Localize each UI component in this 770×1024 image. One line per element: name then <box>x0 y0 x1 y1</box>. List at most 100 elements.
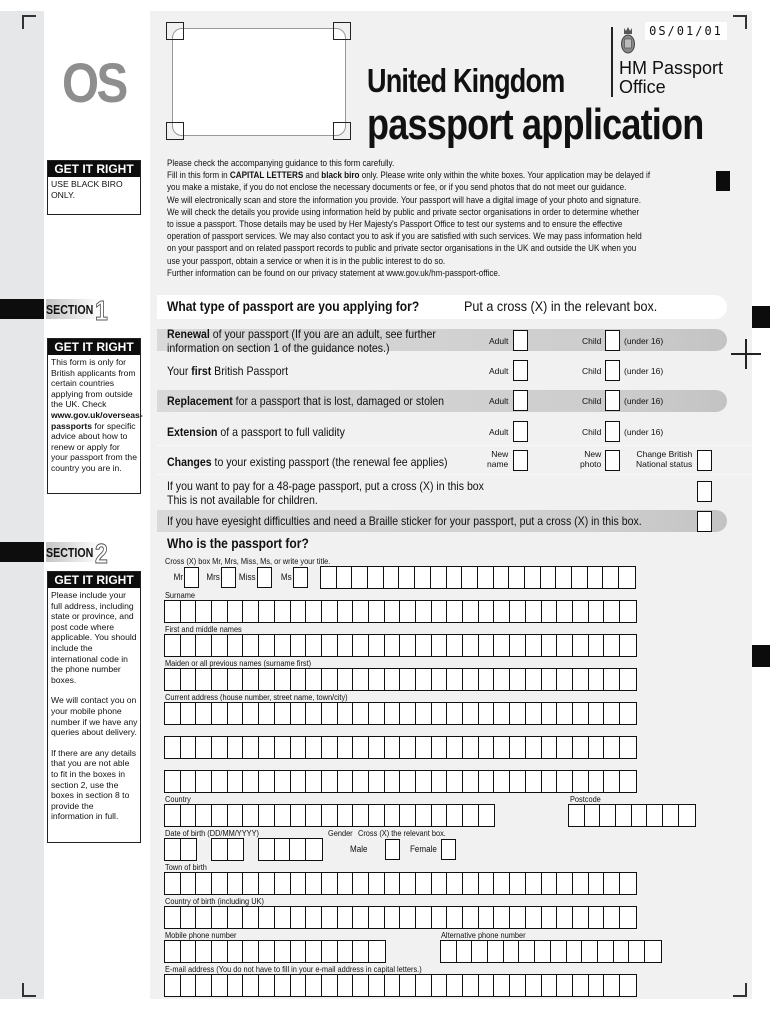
character-box[interactable] <box>385 907 401 928</box>
character-box[interactable] <box>353 635 369 656</box>
character-box[interactable] <box>306 975 322 996</box>
character-box[interactable] <box>447 771 464 792</box>
character-box[interactable] <box>573 737 589 758</box>
character-box[interactable] <box>526 737 542 758</box>
character-box[interactable] <box>589 873 605 894</box>
character-box[interactable] <box>228 907 244 928</box>
renewal-adult-checkbox[interactable] <box>513 330 528 351</box>
character-box[interactable] <box>479 873 495 894</box>
character-box[interactable] <box>632 805 648 826</box>
character-box[interactable] <box>290 839 307 860</box>
character-box[interactable] <box>228 771 244 792</box>
character-box[interactable] <box>400 737 416 758</box>
character-box[interactable] <box>322 703 338 724</box>
character-box[interactable] <box>447 703 464 724</box>
character-box[interactable] <box>616 805 632 826</box>
character-box[interactable] <box>243 975 260 996</box>
character-box[interactable] <box>400 873 416 894</box>
character-box[interactable] <box>598 941 614 962</box>
character-box[interactable] <box>416 737 432 758</box>
character-box[interactable] <box>447 601 464 622</box>
character-box[interactable] <box>306 839 322 860</box>
character-box[interactable] <box>228 839 244 860</box>
character-box[interactable] <box>259 805 275 826</box>
character-box[interactable] <box>479 805 495 826</box>
character-box[interactable] <box>526 601 542 622</box>
character-box[interactable] <box>494 703 511 724</box>
character-box[interactable] <box>600 805 617 826</box>
character-box[interactable] <box>322 771 338 792</box>
character-box[interactable] <box>585 805 601 826</box>
character-box[interactable] <box>212 941 228 962</box>
character-box[interactable] <box>647 805 664 826</box>
character-box[interactable] <box>165 805 181 826</box>
character-box[interactable] <box>322 975 338 996</box>
character-box[interactable] <box>604 635 620 656</box>
character-box[interactable] <box>478 567 494 588</box>
character-box[interactable] <box>165 669 181 690</box>
character-box[interactable] <box>525 567 541 588</box>
character-box[interactable] <box>306 941 322 962</box>
dob-month-grid[interactable] <box>211 838 245 861</box>
character-box[interactable] <box>416 805 432 826</box>
new-photo-checkbox[interactable] <box>605 450 620 471</box>
character-box[interactable] <box>275 669 291 690</box>
extension-adult-checkbox[interactable] <box>513 421 528 442</box>
braille-checkbox[interactable] <box>697 511 712 532</box>
character-box[interactable] <box>463 805 479 826</box>
character-box[interactable] <box>432 907 448 928</box>
character-box[interactable] <box>645 941 661 962</box>
character-box[interactable] <box>306 635 322 656</box>
character-box[interactable] <box>291 941 307 962</box>
character-box[interactable] <box>384 567 400 588</box>
character-box[interactable] <box>588 567 604 588</box>
character-box[interactable] <box>620 601 636 622</box>
country-input-grid[interactable] <box>164 804 496 827</box>
character-box[interactable] <box>557 737 573 758</box>
character-box[interactable] <box>488 941 504 962</box>
alt-phone-grid[interactable] <box>440 940 662 963</box>
character-box[interactable] <box>165 873 181 894</box>
character-box[interactable] <box>542 975 558 996</box>
character-box[interactable] <box>338 737 354 758</box>
postcode-input-grid[interactable] <box>568 804 696 827</box>
character-box[interactable] <box>353 941 369 962</box>
character-box[interactable] <box>589 975 605 996</box>
character-box[interactable] <box>510 737 526 758</box>
address-line-2-grid[interactable] <box>164 736 637 759</box>
character-box[interactable] <box>322 805 338 826</box>
character-box[interactable] <box>494 975 511 996</box>
replacement-adult-checkbox[interactable] <box>513 390 528 411</box>
character-box[interactable] <box>416 771 432 792</box>
character-box[interactable] <box>463 601 479 622</box>
character-box[interactable] <box>582 941 598 962</box>
extension-child-checkbox[interactable] <box>605 421 620 442</box>
character-box[interactable] <box>400 703 416 724</box>
character-box[interactable] <box>212 771 228 792</box>
character-box[interactable] <box>165 737 181 758</box>
character-box[interactable] <box>589 635 605 656</box>
character-box[interactable] <box>557 601 573 622</box>
character-box[interactable] <box>369 805 385 826</box>
character-box[interactable] <box>306 703 322 724</box>
character-box[interactable] <box>212 839 228 860</box>
character-box[interactable] <box>620 907 636 928</box>
character-box[interactable] <box>557 703 573 724</box>
character-box[interactable] <box>243 669 260 690</box>
mrs-checkbox[interactable] <box>221 567 236 588</box>
mr-checkbox[interactable] <box>184 567 199 588</box>
character-box[interactable] <box>620 737 636 758</box>
character-box[interactable] <box>614 941 630 962</box>
ms-checkbox[interactable] <box>293 567 308 588</box>
character-box[interactable] <box>212 635 228 656</box>
character-box[interactable] <box>291 601 307 622</box>
character-box[interactable] <box>629 941 645 962</box>
character-box[interactable] <box>494 771 511 792</box>
character-box[interactable] <box>306 737 322 758</box>
character-box[interactable] <box>542 771 558 792</box>
character-box[interactable] <box>604 873 620 894</box>
character-box[interactable] <box>291 669 307 690</box>
character-box[interactable] <box>462 567 478 588</box>
character-box[interactable] <box>212 703 228 724</box>
character-box[interactable] <box>306 771 322 792</box>
